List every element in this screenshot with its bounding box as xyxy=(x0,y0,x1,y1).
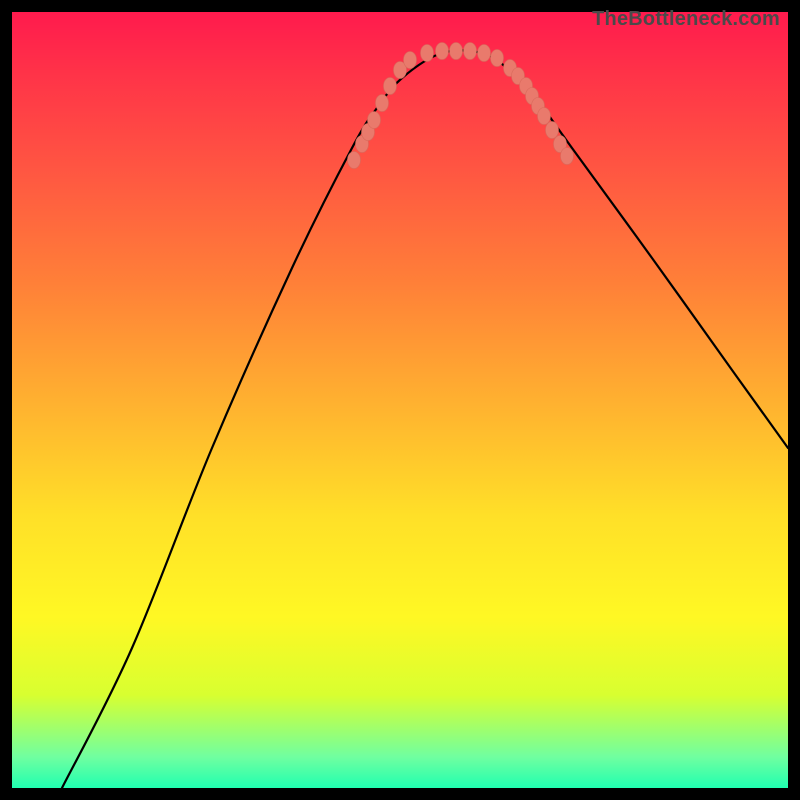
chart-frame: TheBottleneck.com xyxy=(0,0,800,800)
curve-marker xyxy=(384,78,397,95)
curve-marker xyxy=(478,45,491,62)
curve-marker xyxy=(368,112,381,129)
curve-marker xyxy=(404,52,417,69)
curve-marker xyxy=(546,122,559,139)
curve-marker xyxy=(348,152,361,169)
curve-marker xyxy=(421,45,434,62)
highlight-markers xyxy=(348,43,574,169)
curve-marker xyxy=(376,95,389,112)
curve-marker xyxy=(450,43,463,60)
curve-marker xyxy=(464,43,477,60)
bottleneck-curve-line xyxy=(62,50,788,788)
curve-marker xyxy=(561,148,574,165)
curve-marker xyxy=(436,43,449,60)
curve-marker xyxy=(491,50,504,67)
bottleneck-chart xyxy=(12,12,788,788)
curve-marker xyxy=(538,108,551,125)
